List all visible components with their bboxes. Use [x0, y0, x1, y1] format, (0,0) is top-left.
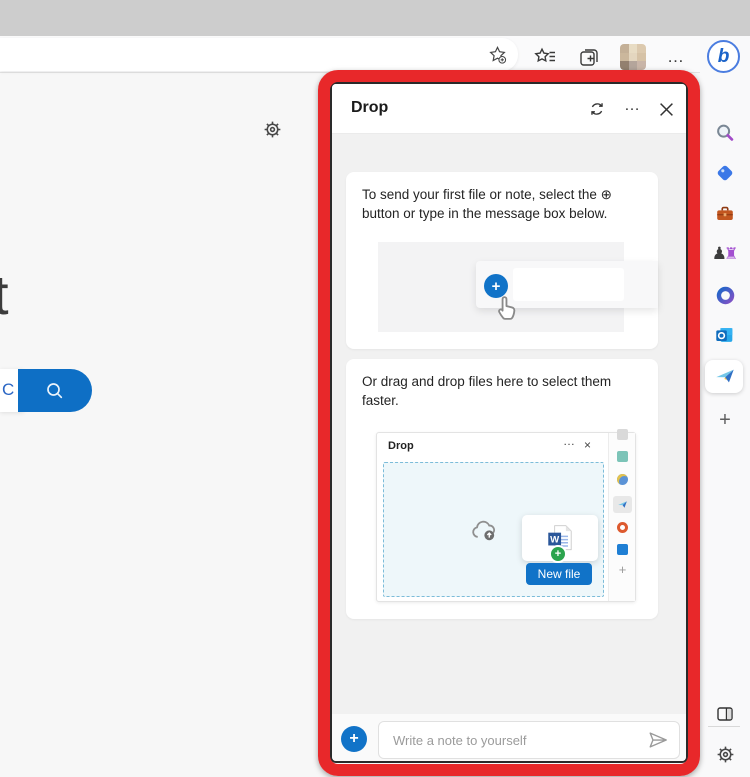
card-send-text: To send your first file or note, select … [362, 187, 612, 221]
mini-sidebar-icon [617, 544, 628, 555]
add-file-badge: + [549, 545, 567, 563]
onboarding-card-drag: Or drag and drop files here to select th… [346, 359, 658, 619]
address-bar[interactable] [0, 38, 518, 71]
magnifier-icon [47, 382, 63, 398]
search-text-fragment: C [2, 380, 15, 399]
mini-sidebar-drop-icon [613, 496, 632, 513]
send-illustration: + [378, 242, 658, 332]
mini-window-title: Drop [388, 440, 414, 452]
collections-icon[interactable] [576, 44, 602, 70]
more-menu-icon[interactable]: … [663, 44, 689, 70]
drop-panel: Drop … To send your first file or note, … [330, 82, 688, 763]
page-search-button[interactable] [18, 369, 92, 412]
outlook-icon[interactable] [710, 320, 740, 350]
panel-toggle-icon[interactable] [710, 699, 740, 729]
mini-sidebar-icon [617, 451, 628, 462]
panel-title: Drop [351, 99, 389, 116]
panel-more-icon[interactable]: … [620, 97, 644, 121]
sidebar-settings-icon[interactable] [710, 739, 740, 769]
card-drag-text: Or drag and drop files here to select th… [362, 374, 612, 408]
microsoft365-icon[interactable] [710, 280, 740, 310]
tab-strip [0, 0, 750, 36]
favorites-icon[interactable] [532, 44, 558, 70]
bing-b-glyph: b [717, 45, 730, 67]
add-favorite-icon[interactable] [484, 41, 510, 67]
rook-glyph: ♜ [723, 246, 739, 263]
note-input[interactable] [378, 721, 680, 759]
mini-more-icon: … [563, 434, 575, 448]
page-heading-fragment: t [0, 263, 9, 326]
hand-cursor-icon [492, 292, 520, 324]
add-content-button[interactable]: + [341, 726, 367, 752]
edge-sidebar: b ♟ ♜ + [700, 36, 750, 777]
mini-sidebar-add-icon: + [618, 562, 627, 577]
search-icon[interactable] [710, 118, 740, 148]
composer-bar: + [332, 714, 686, 761]
cloud-upload-icon [469, 517, 501, 544]
drop-icon[interactable] [710, 361, 740, 391]
panel-close-icon[interactable] [654, 97, 678, 121]
profile-avatar[interactable] [620, 44, 646, 70]
mini-sidebar-icon [617, 474, 628, 485]
svg-text:W: W [550, 534, 560, 545]
mini-sidebar-icon [617, 522, 628, 533]
mini-drop-window-illustration: Drop … × W + New file + [376, 429, 636, 602]
tools-icon[interactable] [710, 199, 740, 229]
new-file-button: New file [526, 563, 592, 585]
games-icon[interactable]: ♟ ♜ [710, 239, 740, 269]
shopping-icon[interactable] [710, 158, 740, 188]
bing-chat-icon[interactable]: b [707, 40, 740, 73]
sidebar-add-icon[interactable]: + [710, 405, 740, 435]
edge-browser-window: … b ♟ ♜ + t C Drop … To send your first … [0, 0, 750, 777]
mini-sidebar-illustration: + [608, 429, 635, 601]
onboarding-card-send: To send your first file or note, select … [346, 172, 658, 349]
page-settings-icon[interactable] [259, 116, 285, 142]
mini-sidebar-icon [617, 429, 628, 440]
mini-close-icon: × [584, 438, 592, 452]
send-icon[interactable] [646, 728, 670, 752]
illustration-message-box [513, 268, 624, 301]
sync-icon[interactable] [585, 97, 609, 121]
drop-panel-header: Drop … [332, 84, 686, 134]
